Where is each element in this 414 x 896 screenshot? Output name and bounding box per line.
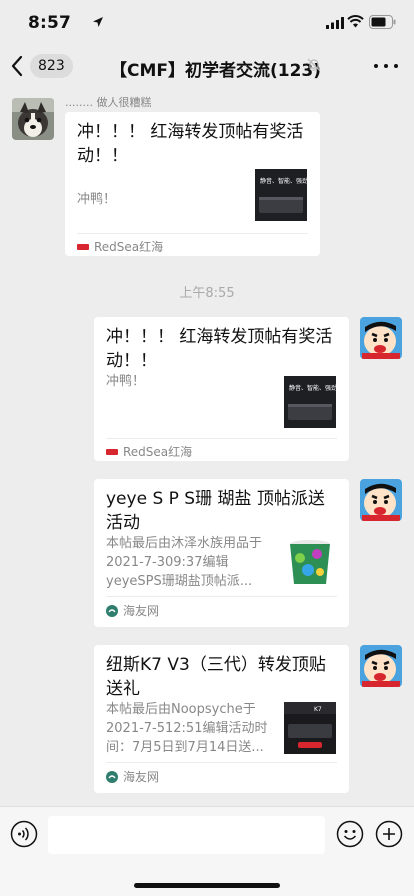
link-card[interactable]: 纽斯K7 V3（三代）转发顶贴送礼 本帖最后由Noopsyche于2021-7-…	[94, 645, 349, 793]
chevron-left-icon	[11, 55, 23, 77]
source-label: 海友网	[123, 604, 160, 618]
product-thumbnail	[284, 536, 336, 588]
haiyouwang-logo-icon	[106, 770, 118, 783]
card-source: 海友网	[106, 602, 159, 619]
time-divider: 上午8:55	[179, 286, 235, 301]
location-arrow-icon	[93, 17, 103, 27]
message-input[interactable]	[48, 816, 325, 854]
link-card[interactable]: 冲！！！ 红海转发顶帖有奖活动！！ 冲鸭！ 静音、智能、强劲 RedSea红海	[65, 112, 320, 256]
card-title: 冲！！！ 红海转发顶帖有奖活动！！	[77, 122, 304, 166]
card-description: 本帖最后由沐泽水族用品于2021-7-309:37编辑 yeyeSPS珊瑚盐顶帖…	[106, 536, 263, 589]
shinchan-avatar[interactable]	[360, 645, 402, 687]
shinchan-avatar[interactable]	[360, 317, 402, 359]
unread-count-badge: 823	[30, 54, 73, 78]
card-divider	[106, 596, 337, 597]
more-button[interactable]	[374, 56, 398, 76]
sender-name: ........ 做人很糟糕	[65, 96, 152, 109]
source-label: RedSea红海	[94, 240, 164, 254]
card-description: 冲鸭！	[77, 192, 117, 207]
mute-bell-icon	[307, 58, 321, 72]
product-thumbnail: 静音、智能、强劲	[284, 376, 336, 428]
card-title: 冲！！！ 红海转发顶帖有奖活动！！	[106, 327, 333, 371]
status-bar: 8:57	[0, 0, 414, 44]
card-title: 纽斯K7 V3（三代）转发顶贴送礼	[106, 655, 326, 699]
haiyouwang-logo-icon	[106, 604, 118, 617]
card-source: RedSea红海	[106, 443, 192, 460]
card-description: 本帖最后由Noopsyche于2021-7-512:51编辑活动时间：7月5日到…	[106, 702, 268, 755]
signal-icon	[326, 17, 344, 29]
more-dot	[374, 64, 378, 68]
chat-title: 【CMF】初学者交流(123)	[110, 61, 322, 81]
redsea-logo-icon	[77, 243, 89, 250]
dog-avatar[interactable]	[12, 98, 54, 140]
thumb-text: 静音、智能、强劲	[260, 177, 307, 185]
link-card[interactable]: yeye S P S珊 瑚盐 顶帖派送活动 本帖最后由沐泽水族用品于2021-7…	[94, 479, 349, 627]
card-source: 海友网	[106, 768, 159, 785]
card-description: 冲鸭！	[106, 374, 146, 389]
card-title: yeye S P S珊 瑚盐 顶帖派送活动	[106, 489, 325, 533]
dog-avatar-image	[12, 98, 54, 140]
shinchan-avatar-image	[360, 479, 402, 521]
emoji-icon[interactable]	[336, 820, 364, 848]
wifi-icon	[347, 15, 364, 28]
source-label: RedSea红海	[123, 445, 193, 459]
redsea-logo-icon	[106, 448, 118, 455]
back-button[interactable]: 823	[10, 52, 73, 80]
input-bar	[0, 806, 414, 896]
shinchan-avatar-image	[360, 317, 402, 359]
battery-icon	[369, 15, 396, 29]
card-divider	[106, 762, 337, 763]
status-time: 8:57	[28, 13, 72, 33]
nav-bar: 823 【CMF】初学者交流(123)	[0, 44, 414, 88]
voice-icon[interactable]	[10, 820, 38, 848]
chat-area: ........ 做人很糟糕 冲！！！ 红海转发顶帖有奖活动！！ 冲鸭！ 静音、…	[0, 88, 414, 806]
more-dot	[384, 64, 388, 68]
thumb-text: 静音、智能、强劲	[289, 384, 336, 392]
svg-text:K7: K7	[314, 706, 322, 713]
product-thumbnail: K7	[284, 702, 336, 754]
source-label: 海友网	[123, 770, 160, 784]
card-divider	[106, 438, 337, 439]
product-thumbnail: 静音、智能、强劲	[255, 169, 307, 221]
plus-icon[interactable]	[375, 820, 403, 848]
card-divider	[77, 233, 308, 234]
shinchan-avatar-image	[360, 645, 402, 687]
shinchan-avatar[interactable]	[360, 479, 402, 521]
link-card[interactable]: 冲！！！ 红海转发顶帖有奖活动！！ 冲鸭！ 静音、智能、强劲 RedSea红海	[94, 317, 349, 461]
more-dot	[394, 64, 398, 68]
card-source: RedSea红海	[77, 238, 163, 255]
home-indicator	[134, 883, 280, 888]
